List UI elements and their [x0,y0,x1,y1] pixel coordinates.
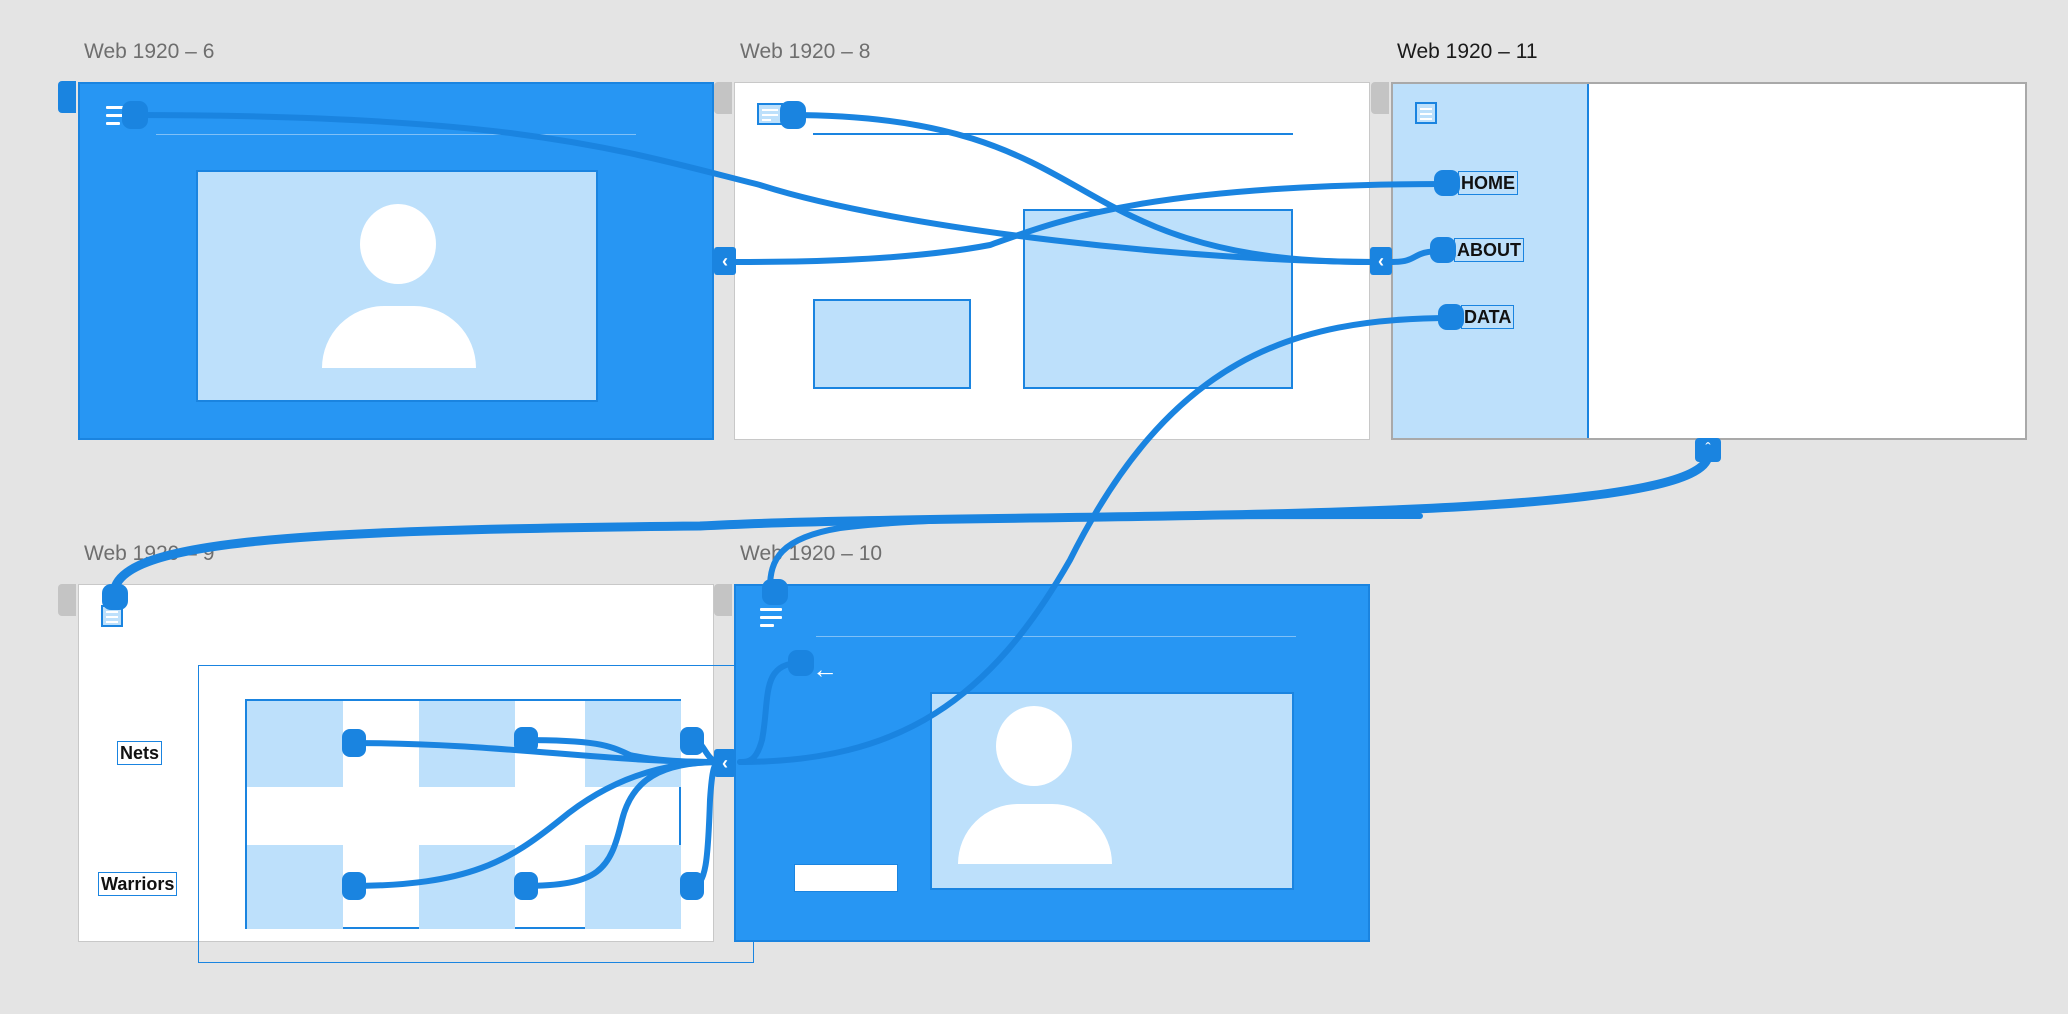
artboard-title-11[interactable]: Web 1920 – 11 [1397,40,1538,64]
nav-data[interactable]: DATA [1461,305,1515,329]
hamburger-icon[interactable] [758,606,784,630]
person-placeholder-icon [360,204,436,284]
chevron-left-icon[interactable]: ‹ [714,247,736,275]
artboard-web-1920-10[interactable]: ← [734,584,1370,942]
hamburger-icon[interactable] [104,104,130,128]
selection-bounds [198,665,754,963]
person-placeholder-body [322,306,476,368]
artboard-tab [714,82,732,114]
artboard-web-1920-6[interactable] [78,82,714,440]
home-artboard-marker[interactable] [58,81,76,113]
artboard-tab [58,584,76,616]
nav-home[interactable]: HOME [1458,171,1518,195]
nav-about[interactable]: ABOUT [1454,238,1524,262]
person-placeholder-body [958,804,1112,864]
header-divider [813,133,1293,135]
artboard-title-10[interactable]: Web 1920 – 10 [740,542,882,566]
artboard-title-6[interactable]: Web 1920 – 6 [84,40,214,64]
arrow-left-icon[interactable]: ← [812,656,848,682]
chevron-left-icon[interactable]: ‹ [714,749,736,777]
person-placeholder-icon [996,706,1072,786]
team-nets[interactable]: Nets [117,741,163,765]
chevron-left-icon[interactable]: ‹ [1370,247,1392,275]
hamburger-icon[interactable] [101,605,123,627]
chevron-up-icon[interactable]: ˆ [1695,438,1721,462]
hamburger-icon[interactable] [1415,102,1437,124]
header-divider [156,134,636,135]
hamburger-icon[interactable] [757,103,783,125]
artboard-title-8[interactable]: Web 1920 – 8 [740,40,870,64]
team-warriors[interactable]: Warriors [98,872,178,896]
button-placeholder[interactable] [794,864,898,892]
image-placeholder [196,170,598,402]
header-divider [816,636,1296,637]
artboard-tab [714,584,732,616]
artboard-tab [1371,82,1389,114]
content-block-small [813,299,971,389]
image-placeholder [930,692,1294,890]
content-block-large [1023,209,1293,389]
